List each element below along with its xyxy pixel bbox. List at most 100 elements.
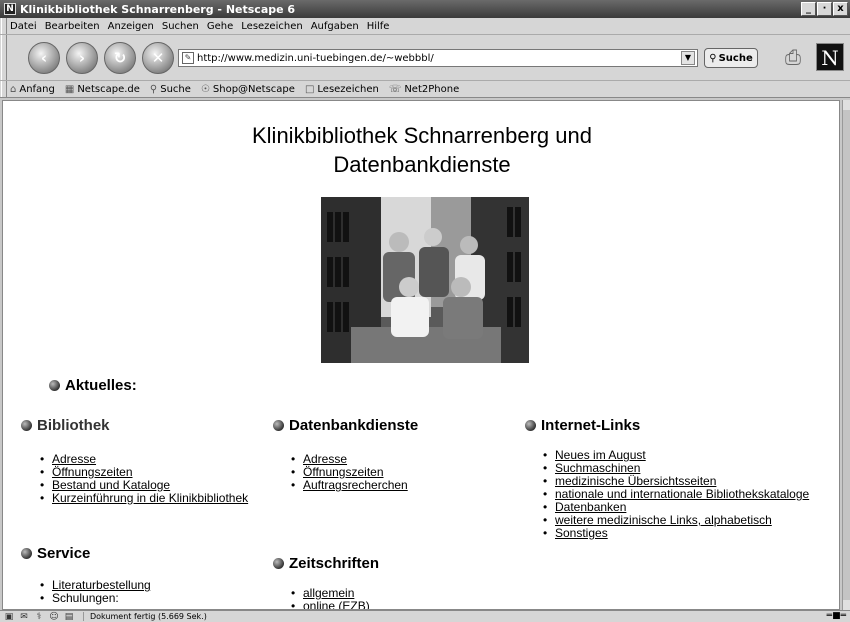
menu-gehe[interactable]: Gehe xyxy=(207,21,233,32)
list-item: Sonstiges xyxy=(543,526,809,541)
scroll-thumb[interactable] xyxy=(843,110,850,600)
back-button[interactable]: ‹ xyxy=(28,41,60,74)
service-links: Literaturbestellung Schulungen: xyxy=(40,578,151,606)
link-literaturbestellung[interactable]: Literaturbestellung xyxy=(52,578,151,592)
link-bibliothekskataloge[interactable]: nationale und internationale Bibliotheks… xyxy=(555,487,809,501)
pbar-item-suche[interactable]: ⚲ Suche xyxy=(150,84,191,95)
schulungen-label: Schulungen: xyxy=(52,591,119,605)
list-item: Auftragsrecherchen xyxy=(291,478,408,493)
vertical-scrollbar[interactable] xyxy=(842,100,850,610)
search-button-label: Suche xyxy=(718,52,753,64)
toolbar-grip[interactable] xyxy=(1,81,7,97)
net2phone-icon: ☏ xyxy=(388,83,402,95)
link-sonstiges[interactable]: Sonstiges xyxy=(555,526,608,540)
my-netscape-icon: ▦ xyxy=(64,83,75,95)
aktuelles-label: Aktuelles: xyxy=(65,377,137,394)
pbar-item-anfang[interactable]: ⌂ Anfang xyxy=(10,84,55,95)
composer-icon[interactable]: ▤ xyxy=(63,612,75,622)
link-auftragsrecherchen[interactable]: Auftragsrecherchen xyxy=(303,478,408,492)
list-item: online (EZB) xyxy=(291,600,370,610)
window-controls: _ · x xyxy=(801,2,848,16)
datenbankdienste-label: Datenbankdienste xyxy=(289,417,419,434)
print-icon[interactable]: ⎙ xyxy=(778,45,808,71)
pbar-label: Net2Phone xyxy=(404,83,460,95)
aktuelles-heading: Aktuelles: xyxy=(49,377,137,394)
bullet-icon xyxy=(525,420,536,431)
link-suchmaschinen[interactable]: Suchmaschinen xyxy=(555,461,640,475)
forward-button[interactable]: › xyxy=(66,41,98,74)
link-adresse[interactable]: Adresse xyxy=(52,452,96,466)
link-neues-august[interactable]: Neues im August xyxy=(555,448,646,462)
link-online-ezb[interactable]: online (EZB) xyxy=(303,599,370,610)
team-photo xyxy=(321,197,529,363)
zeitschriften-heading: Zeitschriften xyxy=(273,555,379,572)
link-db-adresse[interactable]: Adresse xyxy=(303,452,347,466)
page-title: Klinikbibliothek Schnarrenberg und Daten… xyxy=(3,121,839,179)
zeitschriften-label: Zeitschriften xyxy=(289,555,380,572)
shop-icon: ☉ xyxy=(200,83,210,95)
close-button[interactable]: x xyxy=(833,2,848,16)
status-text: Dokument fertig (5.669 Sek.) xyxy=(83,612,207,621)
netscape-logo[interactable]: N xyxy=(816,43,844,71)
maximize-button[interactable]: · xyxy=(817,2,832,16)
menu-anzeigen[interactable]: Anzeigen xyxy=(108,21,154,32)
team-photo-image xyxy=(321,197,529,363)
search-button[interactable]: ⚲ Suche xyxy=(704,48,758,68)
bibliothek-label: Bibliothek xyxy=(37,417,110,434)
minimize-button[interactable]: _ xyxy=(801,2,816,16)
connection-icon: ═■═ xyxy=(826,611,846,621)
toolbar-grip[interactable] xyxy=(1,18,7,34)
datenbankdienste-links: Adresse Öffnungszeiten Auftragsrecherche… xyxy=(291,452,408,493)
bullet-icon xyxy=(273,558,284,569)
reload-icon: ↻ xyxy=(113,48,127,67)
page-title-line-2: Datenbankdienste xyxy=(333,152,511,177)
netscape-status-icon[interactable]: ▣ xyxy=(3,612,15,622)
navigator-icon[interactable]: ⚕ xyxy=(33,612,45,622)
url-dropdown-icon[interactable]: ▼ xyxy=(681,51,695,65)
datenbankdienste-heading: Datenbankdienste xyxy=(273,417,418,434)
window-title: Klinikbibliothek Schnarrenberg - Netscap… xyxy=(20,2,296,16)
status-bar: ▣ ✉ ⚕ ☺ ▤ Dokument fertig (5.669 Sek.) ═… xyxy=(0,610,850,622)
menu-datei[interactable]: Datei xyxy=(10,21,37,32)
url-input[interactable]: http://www.medizin.uni-tuebingen.de/~web… xyxy=(197,53,681,64)
menu-aufgaben[interactable]: Aufgaben xyxy=(311,21,359,32)
link-datenbanken[interactable]: Datenbanken xyxy=(555,500,626,514)
toolbar-grip[interactable] xyxy=(1,35,7,80)
pbar-label: Netscape.de xyxy=(77,83,140,95)
mail-icon[interactable]: ✉ xyxy=(18,612,30,622)
menu-lesezeichen[interactable]: Lesezeichen xyxy=(241,21,302,32)
pbar-item-shop[interactable]: ☉ Shop@Netscape xyxy=(201,84,295,95)
stop-button[interactable]: ✕ xyxy=(142,41,174,74)
forward-arrow-icon: › xyxy=(78,48,86,67)
pbar-item-lesezeichen[interactable]: □ Lesezeichen xyxy=(305,84,379,95)
link-oeffnungszeiten[interactable]: Öffnungszeiten xyxy=(52,465,133,479)
link-uebersichtsseiten[interactable]: medizinische Übersichtsseiten xyxy=(555,474,716,488)
internet-links-heading: Internet-Links xyxy=(525,417,640,434)
bullet-icon xyxy=(273,420,284,431)
menu-suchen[interactable]: Suchen xyxy=(162,21,199,32)
pbar-label: Suche xyxy=(160,83,191,95)
search-icon: ⚲ xyxy=(149,83,158,95)
personal-toolbar: ⌂ Anfang ▦ Netscape.de ⚲ Suche ☉ Shop@Netsca… xyxy=(0,81,850,98)
bibliothek-heading: Bibliothek xyxy=(21,417,110,434)
bullet-icon xyxy=(21,420,32,431)
page-title-line-1: Klinikbibliothek Schnarrenberg und xyxy=(252,123,592,148)
pbar-label: Lesezeichen xyxy=(317,83,379,95)
link-kurzeinfuehrung[interactable]: Kurzeinführung in die Klinikbibliothek xyxy=(52,491,248,505)
link-bestand-kataloge[interactable]: Bestand und Kataloge xyxy=(52,478,170,492)
menu-hilfe[interactable]: Hilfe xyxy=(367,21,390,32)
menu-bearbeiten[interactable]: Bearbeiten xyxy=(45,21,100,32)
page-icon: ✎ xyxy=(182,52,194,64)
reload-button[interactable]: ↻ xyxy=(104,41,136,74)
home-icon: ⌂ xyxy=(10,83,17,95)
pbar-item-netscape[interactable]: ▦ Netscape.de xyxy=(65,84,140,95)
pbar-item-net2phone[interactable]: ☏ Net2Phone xyxy=(389,84,459,95)
link-allgemein[interactable]: allgemein xyxy=(303,586,354,600)
chat-icon[interactable]: ☺ xyxy=(48,612,60,622)
address-bar[interactable]: ✎ http://www.medizin.uni-tuebingen.de/~w… xyxy=(178,49,698,67)
internet-links-list: Neues im August Suchmaschinen medizinisc… xyxy=(543,448,809,541)
link-weitere-links[interactable]: weitere medizinische Links, alphabetisch xyxy=(555,513,772,527)
link-db-oeffnungszeiten[interactable]: Öffnungszeiten xyxy=(303,465,384,479)
bibliothek-links: Adresse Öffnungszeiten Bestand und Katal… xyxy=(40,452,248,506)
bookmarks-icon: □ xyxy=(304,83,315,95)
